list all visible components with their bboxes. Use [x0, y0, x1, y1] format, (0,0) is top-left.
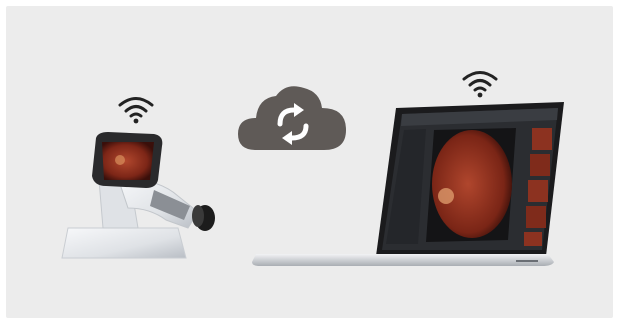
- wifi-icon: [118, 97, 154, 124]
- illustration-panel: [6, 6, 613, 318]
- handheld-fundus-camera: [61, 132, 215, 259]
- wifi-icon: [462, 71, 498, 98]
- laptop: [252, 102, 564, 266]
